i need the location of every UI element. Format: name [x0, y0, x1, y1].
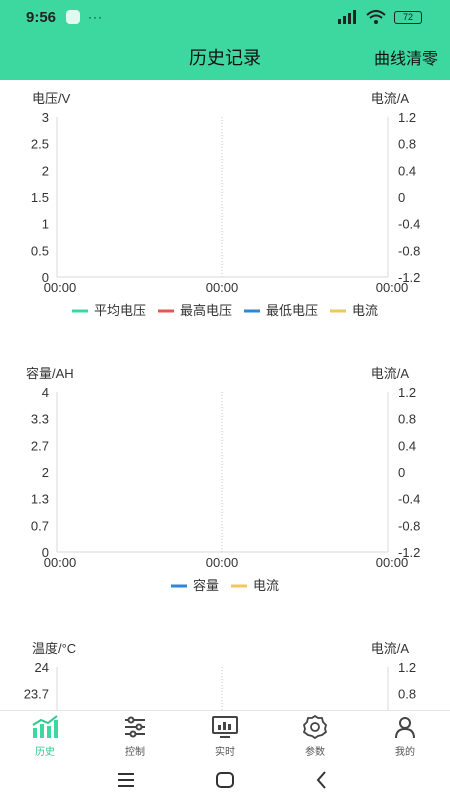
left-tick-label: 1.3 [31, 492, 49, 507]
right-tick-label: 0.8 [398, 412, 416, 427]
right-tick-label: 1.2 [398, 110, 416, 125]
left-tick-label: 2.5 [31, 137, 49, 152]
tab-realtime[interactable]: 实时 [180, 711, 270, 760]
charts-canvas: 电压/V 电流/A 3 2.5 2 1.5 1 0.5 0 1.2 0.8 0.4 0 -0.4 -0.8 -… [24, 91, 420, 710]
left-tick-label: 2 [42, 465, 49, 480]
left-axis-label: 容量/AH [26, 366, 74, 381]
home-icon[interactable] [213, 768, 237, 792]
right-tick-label: 1.2 [398, 660, 416, 675]
left-tick-label: 0.7 [31, 518, 49, 533]
tab-label: 我的 [395, 747, 415, 758]
clear-curve-button[interactable]: 曲线清零 [374, 45, 438, 69]
left-tick-label: 24 [35, 660, 49, 675]
tab-label: 控制 [125, 747, 145, 758]
left-axis-label: 电压/V [32, 91, 71, 106]
right-tick-label: 0.8 [398, 137, 416, 152]
legend-label: 平均电压 [94, 303, 146, 318]
sliders-icon [125, 716, 145, 738]
gear-icon [302, 715, 328, 739]
right-tick-label: 0.4 [398, 438, 416, 453]
left-tick-label: 1 [42, 217, 49, 232]
wifi-icon [366, 10, 386, 24]
right-tick-label: 1.2 [398, 385, 416, 400]
user-icon [395, 717, 415, 739]
right-tick-label: 0 [398, 190, 405, 205]
tab-mine[interactable]: 我的 [360, 711, 450, 760]
legend-label: 电流 [352, 303, 378, 318]
left-tick-label: 23.7 [24, 687, 49, 702]
left-tick-label: 3.3 [31, 412, 49, 427]
wechat-icon [66, 10, 80, 24]
left-tick-label: 2 [42, 163, 49, 178]
tab-control[interactable]: 控制 [90, 711, 180, 760]
x-tick-label: 00:00 [206, 555, 239, 570]
left-tick-label: 1.5 [31, 190, 49, 205]
left-tick-label: 2.7 [31, 438, 49, 453]
more-notifications-icon: ··· [88, 10, 103, 24]
left-tick-label: 0.5 [31, 243, 49, 258]
legend-label: 最低电压 [266, 303, 318, 318]
right-tick-label: 0.4 [398, 163, 416, 178]
legend-label: 电流 [253, 578, 279, 593]
signal-icon [338, 10, 356, 24]
monitor-icon [212, 716, 238, 738]
left-tick-label: 4 [42, 385, 49, 400]
system-navigation-bar [0, 760, 450, 800]
left-tick-label: 3 [42, 110, 49, 125]
right-tick-label: -0.4 [398, 217, 420, 232]
legend-label: 容量 [193, 578, 219, 593]
bottom-tab-bar: 历史 控制 实时 参数 我的 [0, 710, 450, 760]
x-tick-label: 00:00 [206, 280, 239, 295]
x-tick-label: 00:00 [44, 555, 77, 570]
right-tick-label: 0.8 [398, 687, 416, 702]
tab-label: 实时 [215, 747, 235, 758]
x-tick-label: 00:00 [44, 280, 77, 295]
menu-icon[interactable] [114, 768, 138, 792]
chart-scroll-area[interactable]: 电压/V 电流/A 3 2.5 2 1.5 1 0.5 0 1.2 0.8 0.4 0 -0.4 -0.8 -… [0, 80, 450, 710]
right-tick-label: -0.4 [398, 492, 420, 507]
right-tick-label: 0 [398, 465, 405, 480]
bar-chart-icon [32, 715, 58, 738]
tab-label: 参数 [305, 747, 325, 758]
x-tick-label: 00:00 [376, 555, 409, 570]
right-axis-label: 电流/A [371, 91, 410, 106]
tab-label: 历史 [35, 747, 55, 758]
right-tick-label: -0.8 [398, 243, 420, 258]
right-axis-label: 电流/A [371, 641, 410, 656]
tab-history[interactable]: 历史 [0, 711, 90, 760]
status-bar: 9:56 ··· 72 [0, 0, 450, 36]
left-axis-label: 温度/°C [32, 641, 76, 656]
battery-icon: 72 [394, 10, 422, 24]
status-time: 9:56 [26, 9, 57, 26]
tab-params[interactable]: 参数 [270, 711, 360, 760]
header: 历史记录 曲线清零 [0, 36, 450, 80]
back-icon[interactable] [310, 768, 334, 792]
legend-label: 最高电压 [180, 303, 232, 318]
right-axis-label: 电流/A [371, 366, 410, 381]
right-tick-label: -0.8 [398, 518, 420, 533]
x-tick-label: 00:00 [376, 280, 409, 295]
